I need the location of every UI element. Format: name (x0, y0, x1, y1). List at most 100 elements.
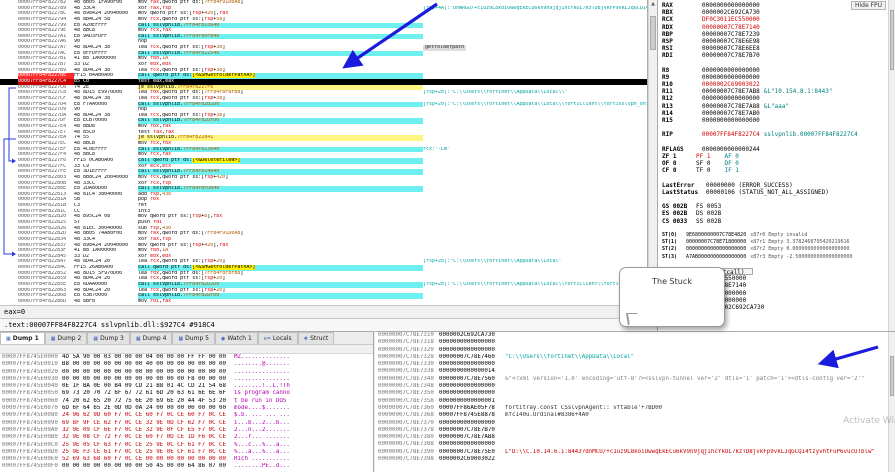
dump-row[interactable]: 00007FF8745E0030 00 00 00 00 00 00 00 00… (0, 376, 373, 383)
register-value[interactable]: 00000007C78E7140 (702, 24, 760, 31)
dump-row[interactable]: 00007FF8745E0090 69 8F 9F CE 62 F7 0C CE… (0, 420, 373, 427)
register-row[interactable]: RBP 00000007C78E7239 (662, 31, 895, 38)
register-value[interactable]: 0000000000000000 (702, 95, 760, 102)
register-value[interactable]: 0000002C692CA730 (702, 9, 760, 16)
register-value[interactable]: 00000007C78E6EE8 (702, 45, 760, 52)
dump-tab[interactable]: ▦ Dump 2 (44, 332, 88, 344)
register-value[interactable]: 00000007C78E71800000 (686, 239, 746, 246)
register-row[interactable]: R10 0000002C69003022 (662, 81, 895, 88)
register-value[interactable]: 00000000000000000000 (686, 246, 746, 253)
dump-row[interactable]: 00007FF8745E00D0 25 9E F3 CE 61 F7 0C CE… (0, 449, 373, 456)
register-row[interactable]: R9 0000000000000000 (662, 74, 895, 81)
register-row[interactable]: RSI 00000007C78E6EE8 (662, 45, 895, 52)
register-row[interactable]: RBX 0000002C692CA730 (662, 9, 895, 16)
dump-tab[interactable]: x= Locals (257, 332, 298, 344)
register-value[interactable]: 00000007C78E7239 (702, 31, 760, 38)
register-value[interactable]: PF 1 (696, 153, 710, 160)
dump-row[interactable]: 00007FF8745E0050 69 73 20 70 72 6F 67 72… (0, 390, 373, 397)
register-row[interactable]: R11 00000007C78E7AB8 &L"10.154.8.1:8443" (662, 88, 895, 95)
register-row[interactable]: ST(0) 9E6800000007C78E4820 x87r0 Empty i… (662, 232, 895, 239)
scroll-up-icon[interactable]: ▲ (649, 0, 657, 8)
dump-tab[interactable]: ▦ Dump 1 (0, 332, 45, 344)
dump-row[interactable]: 00007FF8745E0070 6D 6F 64 65 2E 0D 0D 0A… (0, 405, 373, 412)
register-value[interactable]: 0000002C69003022 (702, 81, 760, 88)
register-value[interactable]: SS 002B (696, 218, 721, 225)
stack-row[interactable]: 00000007C78E7368 00007FF8745E8878 mfc140… (375, 412, 895, 419)
register-row[interactable] (662, 124, 895, 131)
stack-row[interactable]: 00000007C78E7388 0000000000000000 (375, 441, 895, 448)
register-value[interactable]: 00000007C78E7AB0 (702, 110, 760, 117)
register-row[interactable]: RIP 00007FF84F8227C4 sslvpnlib.00007FF84… (662, 131, 895, 138)
stack-row[interactable]: 00000007C78E7348 0000000000000000 (375, 383, 895, 390)
register-value[interactable]: 00000106 (STATUS_NOT_ALL_ASSIGNED) (706, 189, 829, 196)
stack-row[interactable]: 00000007C78E7330 0000000000000000 (375, 361, 895, 368)
register-value[interactable]: 0000000000000000 (702, 74, 760, 81)
register-value[interactable]: A7AB0000000000000000 (686, 254, 746, 261)
register-value[interactable]: 00000007C78E6E98 (702, 38, 760, 45)
register-row[interactable]: ES 002B DS 002B (662, 210, 895, 217)
stack-row[interactable]: 00000007C78E7398 0000002C69003022 (375, 456, 895, 463)
dump-row[interactable]: 00007FF8745E00F0 00 00 00 00 00 00 00 00… (0, 463, 373, 470)
dump-tab[interactable]: ▦ Dump 4 (129, 332, 173, 344)
register-row[interactable]: RSP 00000007C78E6E98 (662, 38, 895, 45)
register-row[interactable]: RDI 00000007C78E7B70 (662, 52, 895, 59)
stack-row[interactable]: 00000007C78E7380 00000007C78E7AB8 (375, 434, 895, 441)
hide-fpu-button[interactable]: Hide FPU (850, 1, 886, 10)
dump-tab[interactable]: ❖ Struct (297, 332, 335, 344)
dump-row[interactable]: 00007FF8745E0080 24 96 62 9D 60 F7 0C CE… (0, 412, 373, 419)
stack-row[interactable]: 00000007C78E7340 00000007C78E7560 &"<?xm… (375, 376, 895, 383)
register-row[interactable] (662, 196, 895, 203)
register-value[interactable]: SF 0 (696, 160, 710, 167)
register-value[interactable]: 0000000000000000 (702, 117, 760, 124)
stack-row[interactable]: 00000007C78E7338 0000000000000014 (375, 368, 895, 375)
register-value[interactable]: DS 002B (696, 210, 721, 217)
register-row[interactable]: R15 0000000000000000 (662, 117, 895, 124)
register-row[interactable]: ST(3) A7AB0000000000000000 x87r3 Empty -… (662, 254, 895, 261)
register-row[interactable]: R8 0000000000000000 (662, 67, 895, 74)
stack-row[interactable]: 00000007C78E7358 0000000000000001 (375, 398, 895, 405)
register-value[interactable]: DF0C3011EC550000 (702, 16, 760, 23)
stack-row[interactable]: 00000007C78E7370 0000000000000000 (375, 420, 895, 427)
register-row[interactable]: RFLAGS 0000000000000244 (662, 146, 895, 153)
register-row[interactable] (662, 60, 895, 67)
stack-row[interactable]: 00000007C78E7350 0000000000000000 (375, 390, 895, 397)
stack-row[interactable]: 00000007C78E7320 0000000000000000 (375, 347, 895, 354)
dump-row[interactable]: 00007FF8745E0020 00 00 00 00 00 00 00 00… (0, 369, 373, 376)
register-row[interactable]: LastStatus 00000106 (STATUS_NOT_ALL_ASSI… (662, 189, 895, 196)
dump-tab[interactable]: ▦ Dump 3 (87, 332, 130, 344)
register-row[interactable]: GS 002B FS 0053 (662, 203, 895, 210)
stack-row[interactable]: 00000007C78E7318 0000000000000000 (375, 339, 895, 346)
register-value[interactable]: 0000000000000244 (702, 146, 760, 153)
register-row[interactable] (662, 139, 895, 146)
register-row[interactable]: CS 0033 SS 002B (662, 218, 895, 225)
register-value[interactable]: 00000007C78E7B70 (702, 52, 760, 59)
dump-row[interactable]: 00007FF8745E00B0 32 9E 08 CF 72 F7 0C CE… (0, 434, 373, 441)
register-row[interactable] (662, 175, 895, 182)
disassembly-row[interactable]: 00007FF84F82286D 48 8BF8 mov rdi,rax (0, 299, 647, 305)
dump-row[interactable]: 00007FF8745E00C0 25 9E 05 CF 63 F7 0C CE… (0, 442, 373, 449)
registers-scrollbar[interactable] (888, 0, 895, 334)
dump-row[interactable]: 00007FF8745E0000 4D 5A 90 00 03 00 00 00… (0, 354, 373, 361)
register-row[interactable]: LastError 00000000 (ERROR_SUCCESS) (662, 182, 895, 189)
dump-row[interactable]: 00007FF8745E00E0 52 69 63 68 60 F7 0C CE… (0, 456, 373, 463)
scrollbar-thumb[interactable] (890, 356, 894, 396)
register-value[interactable]: 00000007C78E7AB8 (702, 88, 760, 95)
register-row[interactable]: R12 0000000000000000 (662, 95, 895, 102)
dump-tab[interactable]: ▦ Dump 5 (172, 332, 215, 344)
register-row[interactable]: ST(1) 00000007C78E71800000 x87r1 Empty 3… (662, 239, 895, 246)
register-row[interactable]: RDX 00000007C78E7140 (662, 24, 895, 31)
scrollbar-thumb[interactable] (890, 10, 894, 70)
register-row[interactable] (662, 225, 895, 232)
register-value[interactable]: 00000000 (ERROR_SUCCESS) (706, 182, 793, 189)
dump-row[interactable]: 00007FF8745E00A0 32 9E 09 CF 6E F7 0C CE… (0, 427, 373, 434)
dump-row[interactable]: 00007FF8745E0010 B8 00 00 00 00 00 00 00… (0, 361, 373, 368)
dump-row[interactable]: 00007FF8745E0060 74 20 62 65 20 72 75 6E… (0, 398, 373, 405)
register-value[interactable]: 00000007C78E7A88 (702, 103, 760, 110)
register-row[interactable]: R14 00000007C78E7AB0 (662, 110, 895, 117)
register-value[interactable]: 00007FF84F8227C4 (702, 131, 760, 138)
register-value[interactable]: FS 0053 (696, 203, 721, 210)
stack-scrollbar[interactable] (888, 332, 895, 472)
register-value[interactable]: 0000000000000000 (702, 67, 760, 74)
stack-row[interactable]: 00000007C78E7390 00000007C78E75E0 L"D:\\… (375, 449, 895, 456)
register-row[interactable]: ZF 1 PF 1 AF 0 (662, 153, 895, 160)
